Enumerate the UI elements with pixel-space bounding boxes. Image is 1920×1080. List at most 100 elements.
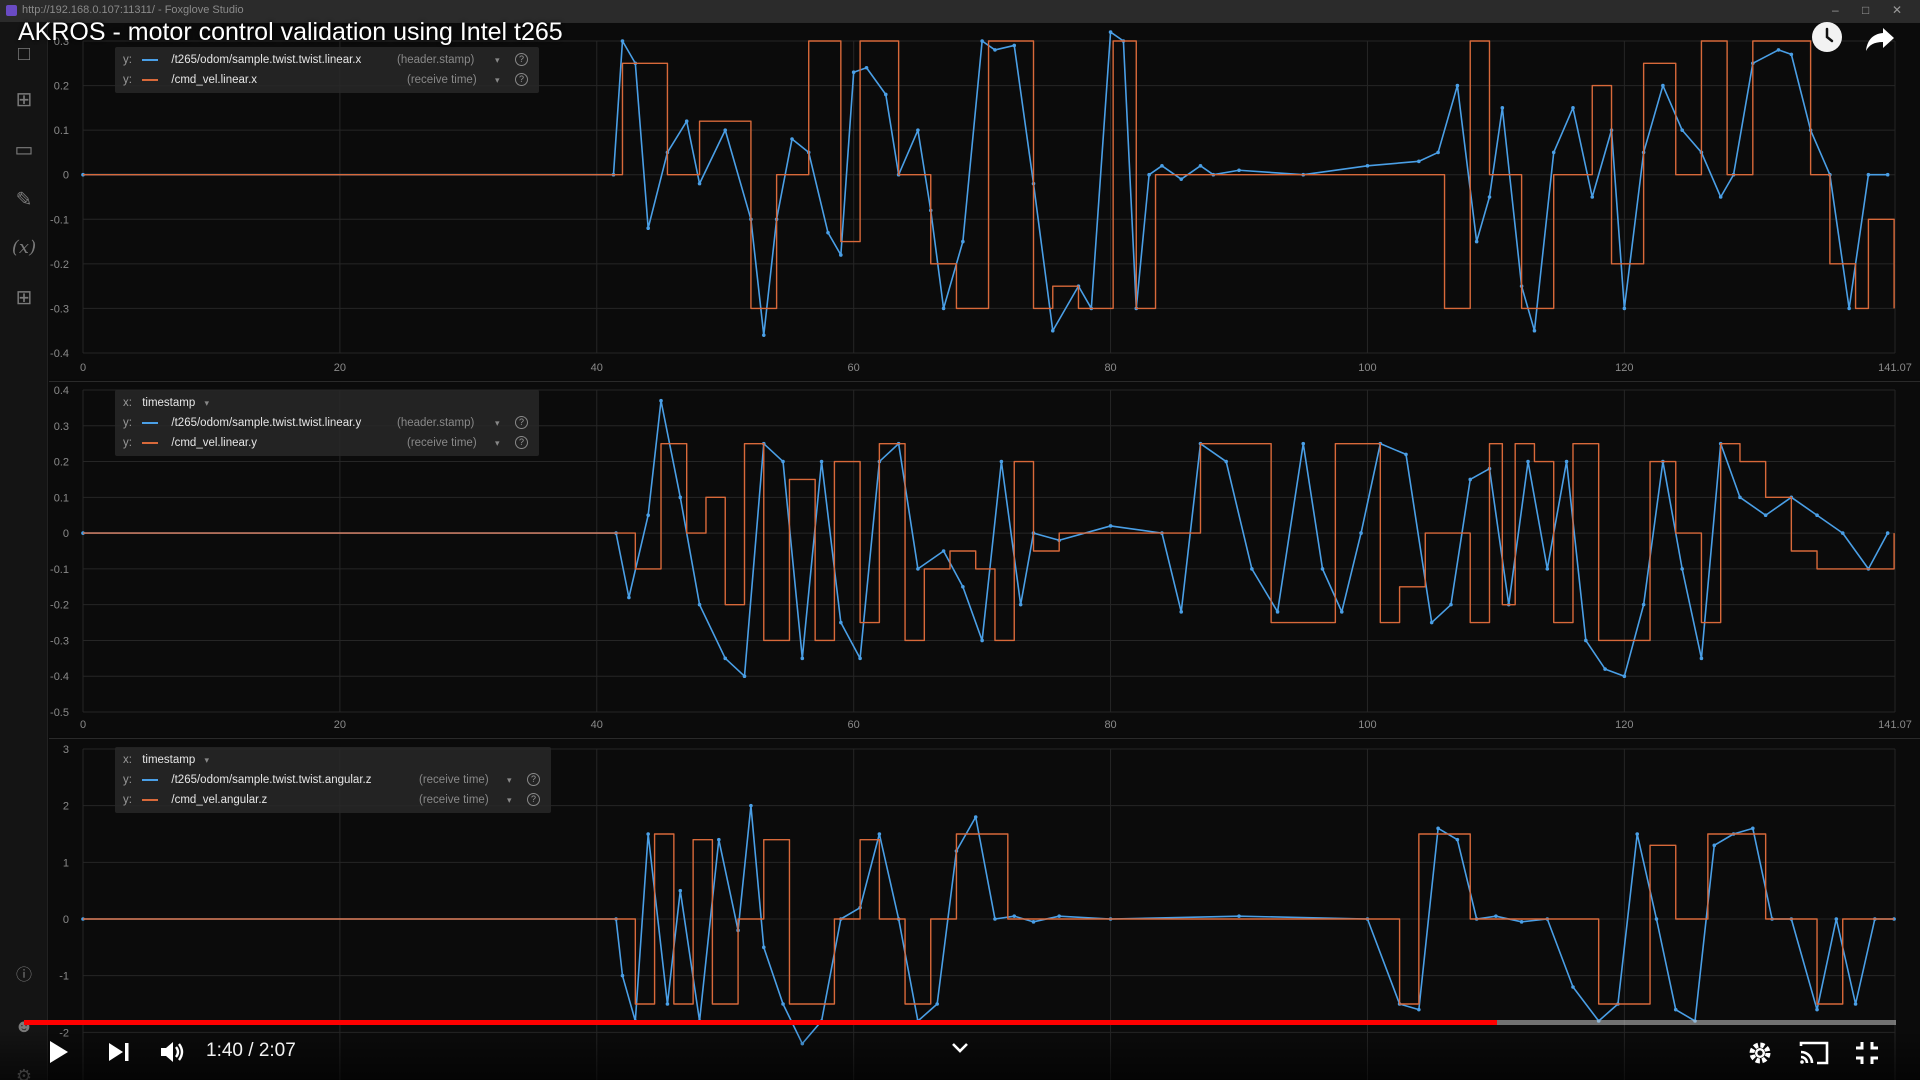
table-icon[interactable]: ⊞ — [10, 86, 38, 114]
help-icon[interactable]: ⓘ — [10, 962, 38, 990]
legend-timestamp-select[interactable]: (header.stamp) — [397, 413, 474, 433]
series-point-measured — [665, 1002, 670, 1006]
series-point-measured — [1179, 610, 1184, 614]
series-point-measured — [1661, 83, 1665, 88]
chevron-down-icon[interactable] — [950, 1040, 970, 1061]
help-icon[interactable]: ? — [515, 53, 528, 66]
help-icon[interactable]: ? — [515, 416, 528, 429]
chevron-down-icon[interactable]: ▾ — [204, 755, 209, 765]
exit-fullscreen-icon[interactable] — [1854, 1040, 1880, 1071]
series-point-measured — [1339, 610, 1344, 614]
legend-x-value[interactable]: timestamp — [142, 393, 195, 413]
legend-topic[interactable]: /t265/odom/sample.twist.twist.linear.y — [171, 413, 361, 433]
series-point-measured — [1108, 30, 1113, 34]
watch-later-icon[interactable] — [1812, 22, 1842, 52]
legend-row[interactable]: y: /cmd_vel.linear.x (receive time) ▾ ? — [123, 70, 531, 90]
legend-swatch-measured — [142, 778, 159, 781]
volume-icon[interactable] — [158, 1039, 186, 1070]
legend-axis-label: y: — [123, 74, 132, 86]
x-tick-label: 100 — [1358, 719, 1376, 731]
legend-x-value[interactable]: timestamp — [142, 750, 195, 770]
series-point-measured — [697, 181, 702, 186]
display-icon[interactable]: ▭ — [10, 136, 38, 164]
series-point-measured — [678, 888, 683, 893]
series-point-measured — [935, 1002, 939, 1006]
legend-topic[interactable]: /t265/odom/sample.twist.twist.linear.x — [171, 50, 361, 70]
legend-topic[interactable]: /cmd_vel.linear.y — [171, 433, 257, 453]
help-icon[interactable]: ? — [515, 436, 528, 449]
chevron-down-icon[interactable]: ▾ — [495, 50, 500, 70]
video-title[interactable]: AKROS - motor control validation using I… — [18, 18, 563, 47]
legend-timestamp-select[interactable]: (header.stamp) — [397, 50, 474, 70]
legend-row[interactable]: y: /t265/odom/sample.twist.twist.angular… — [123, 770, 543, 790]
legend-x-label: x: — [123, 754, 132, 766]
chevron-down-icon[interactable]: ▾ — [495, 413, 500, 433]
help-icon[interactable]: ? — [527, 773, 540, 786]
help-icon[interactable]: ? — [515, 73, 528, 86]
close-icon[interactable]: ✕ — [1892, 3, 1902, 17]
series-point-measured — [839, 253, 843, 257]
chevron-down-icon[interactable]: ▾ — [495, 433, 500, 453]
series-point-measured — [1551, 150, 1556, 155]
plot-panel-linear-x[interactable]: 0 20 40 60 80 100 120 141.07 0.3 0.2 0.1 0 -0.1 -0.2-… — [49, 22, 1920, 379]
share-icon[interactable] — [1862, 20, 1898, 56]
x-tick-label: 20 — [334, 362, 346, 374]
series-point-measured — [659, 398, 663, 403]
legend-topic[interactable]: /cmd_vel.linear.x — [171, 70, 257, 90]
series-point-measured — [1108, 524, 1113, 528]
extensions-icon[interactable]: ⊞ — [10, 284, 38, 312]
series-point-measured — [1853, 1002, 1858, 1006]
legend-row[interactable]: y: /cmd_vel.linear.y (receive time) ▾ ? — [123, 433, 531, 453]
legend-timestamp-select[interactable]: (receive time) — [419, 790, 489, 810]
chevron-down-icon[interactable]: ▾ — [507, 790, 512, 810]
series-point-measured — [1603, 667, 1607, 671]
help-icon[interactable]: ? — [527, 793, 540, 806]
y-tick-label: 0 — [63, 914, 69, 926]
series-point-measured — [1712, 843, 1717, 848]
play-icon[interactable] — [44, 1038, 72, 1071]
y-tick-label: 0.2 — [54, 81, 69, 93]
series-point-measured — [620, 973, 625, 978]
legend-x-row[interactable]: x: timestamp ▾ — [123, 750, 543, 770]
series-point-measured — [1622, 674, 1627, 679]
series-point-measured — [1866, 172, 1871, 177]
legend-swatch-measured — [142, 58, 159, 61]
series-point-measured — [1751, 826, 1755, 831]
series-point-measured — [1237, 914, 1241, 918]
chevron-down-icon[interactable]: ▾ — [507, 770, 512, 790]
legend-row[interactable]: y: /cmd_vel.angular.z (receive time) ▾ ? — [123, 790, 543, 810]
legend-row[interactable]: y: /t265/odom/sample.twist.twist.linear.… — [123, 50, 531, 70]
cast-icon[interactable] — [1798, 1040, 1830, 1071]
series-point-measured — [1050, 328, 1055, 333]
series-point-measured — [858, 656, 862, 661]
variables-icon[interactable]: (x) — [10, 234, 38, 262]
series-point-measured — [851, 70, 856, 74]
legend-topic[interactable]: /cmd_vel.angular.z — [171, 790, 267, 810]
y-tick-label: -0.3 — [50, 303, 69, 315]
note-icon[interactable]: ✎ — [10, 186, 38, 214]
legend-x-row[interactable]: x: timestamp ▾ — [123, 393, 531, 413]
plot-legend[interactable]: x: timestamp ▾ y: /t265/odom/sample.twis… — [115, 747, 551, 813]
legend-row[interactable]: y: /t265/odom/sample.twist.twist.linear.… — [123, 413, 531, 433]
plot-panel-linear-y[interactable]: 0 20 40 60 80 100 120 141.07 0.4 0.3 0.2 0.1 0 -0.1 -0… — [49, 381, 1920, 736]
maximize-icon[interactable]: □ — [1862, 3, 1869, 17]
legend-timestamp-select[interactable]: (receive time) — [407, 70, 477, 90]
series-point-measured — [1224, 459, 1228, 464]
plot-panel-angular-z[interactable]: 020406080100120141.073210-1-2 x: timesta… — [49, 738, 1920, 1080]
chevron-down-icon[interactable]: ▾ — [204, 398, 209, 408]
legend-timestamp-select[interactable]: (receive time) — [407, 433, 477, 453]
next-icon[interactable] — [106, 1040, 132, 1069]
progress-bar[interactable] — [24, 1020, 1896, 1025]
legend-topic[interactable]: /t265/odom/sample.twist.twist.angular.z — [171, 770, 371, 790]
series-point-measured — [646, 226, 650, 230]
settings-gear-icon[interactable] — [1746, 1039, 1774, 1072]
plot-legend[interactable]: y: /t265/odom/sample.twist.twist.linear.… — [115, 47, 539, 93]
series-point-measured — [1590, 195, 1595, 199]
legend-timestamp-select[interactable]: (receive time) — [419, 770, 489, 790]
minimize-icon[interactable]: – — [1832, 3, 1839, 17]
series-point-measured — [961, 584, 965, 589]
plot-legend[interactable]: x: timestamp ▾ y: /t265/odom/sample.twis… — [115, 390, 539, 456]
series-point-measured — [941, 549, 946, 553]
chevron-down-icon[interactable]: ▾ — [495, 70, 500, 90]
series-point-measured — [1449, 602, 1453, 607]
